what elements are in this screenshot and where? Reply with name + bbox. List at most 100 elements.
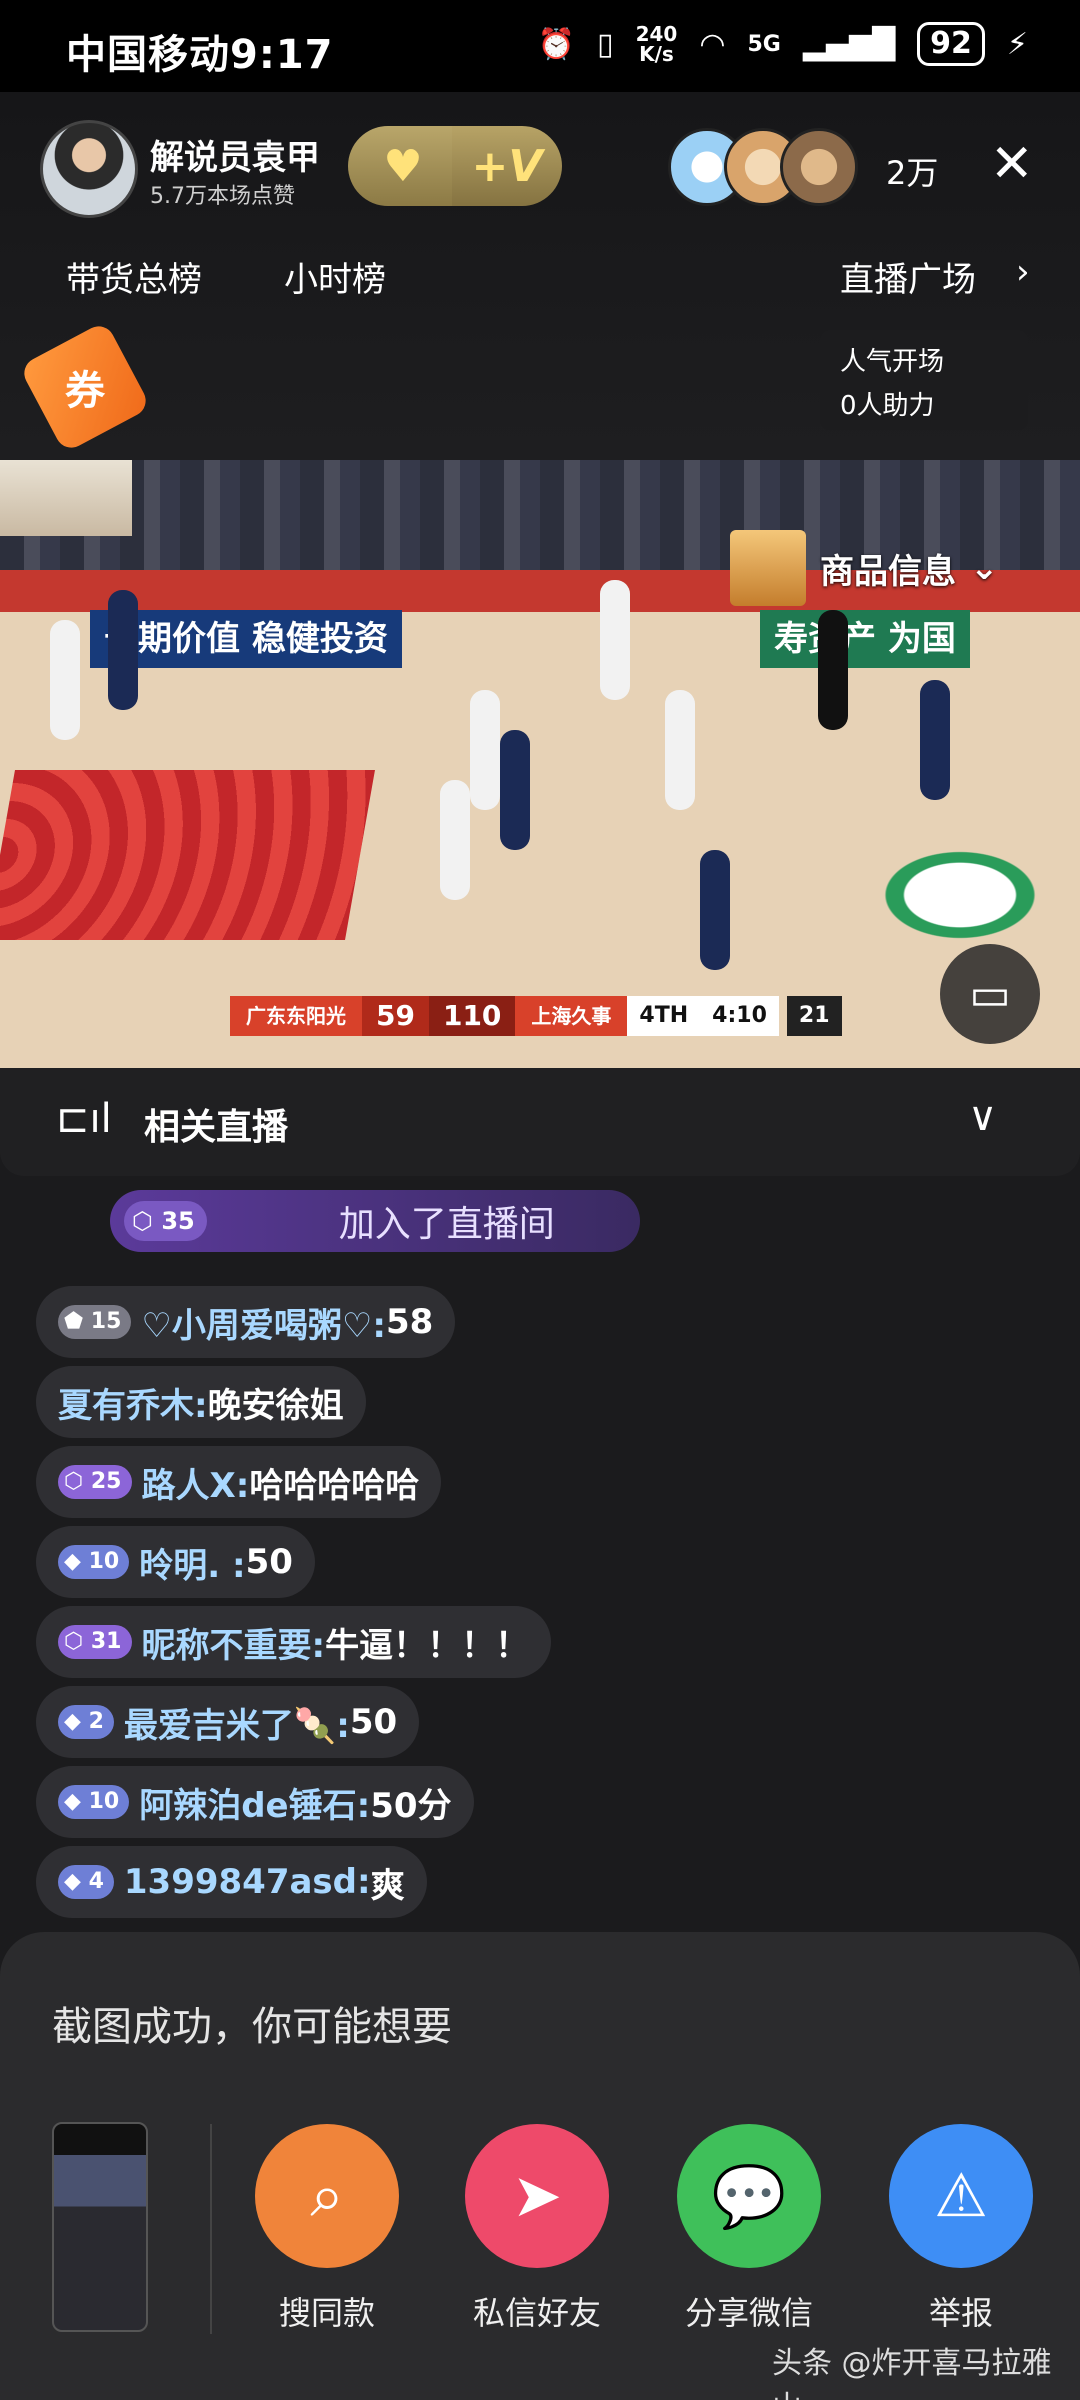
player [600,580,630,700]
chat-nick[interactable]: 阿辣泊de锤石: [139,1778,370,1827]
chat-nick[interactable]: 最爱吉米了🍡: [124,1698,350,1747]
anchor-camera-pip[interactable] [0,460,132,536]
signal-label: 5G [747,31,781,57]
tab-hour-rank[interactable]: 小时榜 [284,252,386,301]
status-icons: ⏰ ▯ 240 K/s ◠ 5G ▂▄▆█ 92 ⚡ [538,22,1028,66]
player [440,780,470,900]
wechat-icon: 💬 [677,2124,821,2268]
live-plaza-link[interactable]: 直播广场 [840,252,976,301]
coupon-icon: 券 [65,368,105,414]
chat-text: 50 [245,1542,293,1582]
chat-text: 50 [349,1702,398,1742]
sheet-title: 截图成功，你可能想要 [52,2004,452,2050]
chat-nick[interactable]: 昤明. : [139,1538,245,1587]
chat-nick[interactable]: 路人X: [142,1458,250,1507]
action-label: 私信好友 [472,2294,601,2332]
viewer-count[interactable]: 2万 [886,148,938,194]
net-speed: 240 K/s [635,22,678,66]
charging-icon: ⚡ [1006,26,1028,62]
chat-message[interactable]: 夏有乔木: 晚安徐姐 [36,1366,366,1438]
away-score: 110 [428,996,516,1036]
chat-message[interactable]: ⬡ 31 昵称不重要: 牛逼！！！！ [36,1606,552,1678]
viewer-avatars[interactable] [668,128,858,206]
rotate-screen-icon[interactable]: ▭ [940,944,1040,1044]
join-text: 加入了直播间 [338,1204,555,1245]
related-live-title: 相关直播 [144,1107,289,1148]
ad-board-right: 寿资产 为国 [760,610,970,668]
chat-nick[interactable]: ♡小周爱喝粥♡: [141,1298,386,1347]
chevron-right-icon[interactable]: › [1016,252,1030,292]
chat-message[interactable]: ◆ 2 最爱吉米了🍡: 50 [36,1686,420,1758]
level-badge: ⬟ 15 [58,1305,132,1339]
tab-sales-rank[interactable]: 带货总榜 [66,252,202,301]
chat-message[interactable]: ◆ 10 昤明. : 50 [36,1526,315,1598]
level-badge: ◆ 2 [58,1705,114,1739]
popularity-title: 人气开场 [840,347,945,377]
alarm-icon: ⏰ [537,26,576,62]
action-label: 搜同款 [278,2294,375,2332]
close-icon[interactable]: ✕ [990,138,1034,190]
home-team: 广东东阳光 [230,996,362,1036]
chat-text: 晚安徐姐 [207,1385,344,1426]
goods-label: 商品信息 [820,551,956,592]
search-same-button[interactable]: ⌕ 搜同款 [252,2124,402,2334]
watermark: 头条 @炸开喜马拉雅山 [772,2346,1052,2400]
divider [210,2124,212,2334]
fan-club-heart-button[interactable]: ♥ [348,126,458,206]
goods-thumbnail [730,530,806,606]
level-badge: ◆ 10 [58,1785,130,1819]
signal-icon: ▂▄▆█ [802,26,896,62]
player [920,680,950,800]
referee [818,610,848,730]
chat-nick[interactable]: 昵称不重要: [142,1618,326,1667]
game-clock: 4:10 [700,996,779,1036]
player [470,690,500,810]
send-icon: ➤ [465,2124,609,2268]
vibrate-icon: ▯ [597,26,614,62]
player [500,730,530,850]
scoreboard: 广东东阳光 59 110 上海久事 4TH 4:10 21 [230,996,850,1036]
level-badge: ⬡ 35 [124,1201,207,1241]
chevron-down-icon: ⌄ [970,548,999,588]
action-label: 分享微信 [684,2294,813,2332]
goods-info-button[interactable]: 商品信息 ⌄ [730,530,1030,606]
anchor-likes: 5.7万本场点赞 [150,184,295,209]
chat-message[interactable]: ◆ 10 阿辣泊de锤石: 50分 [36,1766,474,1838]
court-paint [0,770,375,940]
level-badge: ⬡ 25 [58,1465,132,1499]
level-badge: ◆ 4 [58,1865,114,1899]
chat-text: 哈哈哈哈哈 [249,1465,420,1506]
chat-message[interactable]: ⬟ 15 ♡小周爱喝粥♡: 58 [36,1286,456,1358]
popularity-box[interactable]: 人气开场 0人助力 [820,330,1028,430]
anchor-name[interactable]: 解说员袁甲 [150,130,320,179]
level-badge: ⬡ 31 [58,1625,132,1659]
plus-v-icon: +V [471,140,543,192]
chat-message[interactable]: ⬡ 25 路人X: 哈哈哈哈哈 [36,1446,442,1518]
chat-text: 58 [385,1302,434,1342]
player [108,590,138,710]
period: 4TH [627,996,701,1036]
live-stats-icon: ⊏ıl [56,1096,112,1142]
chat-text: 50分 [370,1785,452,1826]
player [665,690,695,810]
anchor-avatar[interactable] [40,120,138,218]
screenshot-thumbnail[interactable] [52,2122,148,2332]
heart-icon: ♥ [383,140,423,192]
wifi-icon: ◠ [699,26,726,62]
shot-clock: 21 [786,996,842,1036]
court-logo [830,820,1080,970]
chevron-down-icon[interactable]: ∨ [968,1094,997,1140]
scan-search-icon: ⌕ [255,2124,399,2268]
player [700,850,730,970]
report-button[interactable]: ⚠ 举报 [886,2124,1036,2334]
chat-nick[interactable]: 1399847asd: [124,1862,371,1902]
battery-level: 92 [917,22,985,66]
chat-nick[interactable]: 夏有乔木: [58,1378,208,1427]
share-wechat-button[interactable]: 💬 分享微信 [674,2124,824,2334]
follow-plus-button[interactable]: +V [452,126,562,206]
level-badge: ◆ 10 [58,1545,130,1579]
popularity-helpers: 0人助力 [840,391,935,421]
chat-message[interactable]: ◆ 4 1399847asd: 爽 [36,1846,427,1918]
chat-text: 爽 [370,1865,405,1906]
message-friend-button[interactable]: ➤ 私信好友 [462,2124,612,2334]
